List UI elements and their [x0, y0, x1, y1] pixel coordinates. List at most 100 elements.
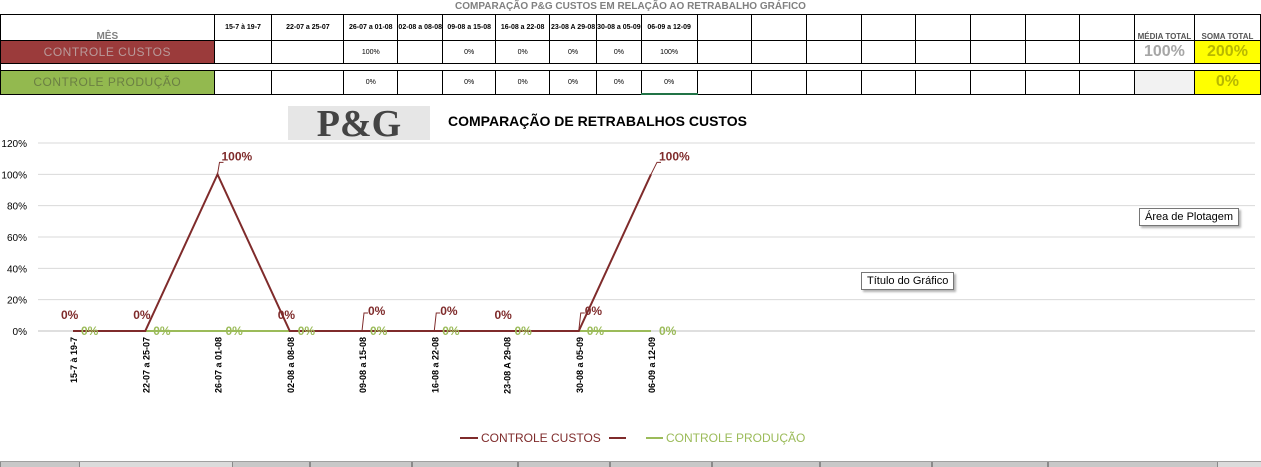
line-chart[interactable]: 0% 20% 40% 60% 80% 100% 120% 15-7 à 19-7 22-07 …: [0, 100, 1261, 460]
empty-cell[interactable]: [1024, 14, 1081, 41]
empty-cell[interactable]: [1079, 14, 1135, 41]
label-leader: [217, 161, 224, 175]
empty-cell[interactable]: [805, 70, 862, 95]
soma-total-producao[interactable]: 0%: [1193, 70, 1261, 95]
empty-cell[interactable]: [1024, 70, 1081, 95]
value-cell[interactable]: 100%: [640, 40, 698, 64]
empty-cell[interactable]: [969, 70, 1026, 95]
empty-cell[interactable]: [915, 14, 971, 41]
empty-cell[interactable]: [1079, 40, 1135, 64]
week-header[interactable]: 26-07 a 01-08: [343, 14, 399, 41]
data-label-custos: 0%: [440, 304, 458, 318]
y-tick-label: 120%: [1, 139, 27, 150]
sheet-tab[interactable]: [310, 462, 412, 467]
value-cell[interactable]: 0%: [549, 70, 598, 95]
soma-total-custos[interactable]: 200%: [1193, 40, 1261, 64]
x-tick-label: 30-08 a 05-09: [575, 337, 585, 393]
sheet-tab[interactable]: [610, 462, 712, 467]
x-tick-label: 15-7 à 19-7: [69, 337, 79, 383]
data-label-custos: 100%: [222, 149, 253, 163]
sheet-tab[interactable]: [1048, 462, 1218, 467]
value-cell[interactable]: 0%: [495, 40, 551, 64]
series-line[interactable]: [73, 171, 652, 332]
chart-title-tooltip: Título do Gráfico: [861, 272, 955, 290]
week-header[interactable]: 15-7 à 19-7: [213, 14, 273, 41]
value-cell[interactable]: 100%: [343, 40, 399, 64]
media-total-producao[interactable]: [1133, 70, 1195, 95]
sheet-title: COMPARAÇÃO P&G CUSTOS EM RELAÇÃO AO RETR…: [455, 1, 806, 12]
value-cell[interactable]: 0%: [596, 40, 642, 64]
week-header[interactable]: 09-08 a 15-08: [442, 14, 497, 41]
legend-item[interactable]: CONTROLE PRODUÇÃO: [666, 431, 805, 445]
value-cell[interactable]: [397, 40, 444, 64]
data-label-custos: 100%: [659, 149, 690, 163]
y-tick-label: 80%: [7, 202, 27, 213]
legend-item[interactable]: CONTROLE CUSTOS: [481, 431, 601, 445]
value-cell[interactable]: 0%: [549, 40, 598, 64]
x-tick-label: 06-09 a 12-09: [647, 337, 657, 393]
empty-cell[interactable]: [751, 14, 807, 41]
value-cell[interactable]: 0%: [343, 70, 399, 95]
empty-cell[interactable]: [751, 70, 807, 95]
data-label-producao: 0%: [515, 324, 533, 338]
soma-total-header[interactable]: SOMA TOTAL: [1193, 14, 1261, 41]
x-tick-label: 02-08 a 08-08: [286, 337, 296, 393]
value-cell[interactable]: 0%: [596, 70, 642, 95]
chart-title[interactable]: COMPARAÇÃO DE RETRABALHOS CUSTOS: [448, 112, 747, 129]
week-header[interactable]: 22-07 a 25-07: [271, 14, 345, 41]
pg-logo: P&G: [288, 103, 430, 145]
empty-cell[interactable]: [860, 40, 917, 64]
sheet-tab[interactable]: [820, 462, 932, 467]
data-label-custos: 0%: [133, 308, 151, 322]
value-cell[interactable]: 0%: [442, 40, 497, 64]
empty-cell[interactable]: [696, 70, 753, 95]
data-label-producao: 0%: [226, 324, 244, 338]
row-label-custos[interactable]: CONTROLE CUSTOS: [0, 40, 215, 64]
x-tick-label: 09-08 a 15-08: [358, 337, 368, 393]
empty-cell[interactable]: [969, 14, 1026, 41]
empty-cell[interactable]: [696, 14, 753, 41]
week-header[interactable]: 16-08 a 22-08: [495, 14, 551, 41]
week-header[interactable]: 30-08 a 05-09: [596, 14, 642, 41]
value-cell[interactable]: [213, 70, 273, 95]
empty-cell[interactable]: [1024, 40, 1081, 64]
sheet-tab[interactable]: [712, 462, 820, 467]
row-label-producao[interactable]: CONTROLE PRODUÇÃO: [0, 70, 215, 95]
data-label-producao: 0%: [298, 324, 316, 338]
sheet-tab[interactable]: [412, 462, 518, 467]
sheet-tab[interactable]: [518, 462, 610, 467]
media-total-header[interactable]: MÉDIA TOTAL: [1133, 14, 1195, 41]
empty-cell[interactable]: [915, 40, 971, 64]
media-total-custos[interactable]: 100%: [1133, 40, 1195, 64]
value-cell[interactable]: [271, 40, 345, 64]
empty-cell[interactable]: [696, 40, 753, 64]
empty-cell[interactable]: [969, 40, 1026, 64]
empty-cell[interactable]: [860, 70, 917, 95]
value-cell[interactable]: [213, 40, 273, 64]
sheet-tab[interactable]: [932, 462, 1048, 467]
value-cell[interactable]: [397, 70, 444, 95]
data-label-producao: 0%: [370, 324, 388, 338]
sheet-tab[interactable]: [0, 462, 80, 467]
empty-cell[interactable]: [860, 14, 917, 41]
header-row: MÊS 15-7 à 19-7 22-07 a 25-07 26-07 a 01…: [0, 14, 1261, 41]
sheet-tabs: [0, 461, 1261, 467]
value-cell[interactable]: 0%: [442, 70, 497, 95]
value-cell[interactable]: 0%: [495, 70, 551, 95]
empty-cell[interactable]: [805, 14, 862, 41]
week-header[interactable]: 23-08 A 29-08: [549, 14, 598, 41]
value-cell[interactable]: [271, 70, 345, 95]
week-header[interactable]: 06-09 a 12-09: [640, 14, 698, 41]
y-tick-label: 0%: [13, 327, 28, 338]
week-header[interactable]: 02-08 a 08-08: [397, 14, 444, 41]
data-table: MÊS 15-7 à 19-7 22-07 a 25-07 26-07 a 01…: [0, 14, 1261, 95]
mes-header[interactable]: MÊS: [0, 14, 215, 41]
sheet-tab[interactable]: [232, 462, 310, 467]
empty-cell[interactable]: [1079, 70, 1135, 95]
empty-cell[interactable]: [915, 70, 971, 95]
logo-text: P&G: [317, 103, 401, 145]
empty-cell[interactable]: [751, 40, 807, 64]
value-cell[interactable]: 0%: [640, 70, 698, 95]
chart-area[interactable]: 0% 20% 40% 60% 80% 100% 120% 15-7 à 19-7 22-07 …: [0, 100, 1261, 460]
empty-cell[interactable]: [805, 40, 862, 64]
